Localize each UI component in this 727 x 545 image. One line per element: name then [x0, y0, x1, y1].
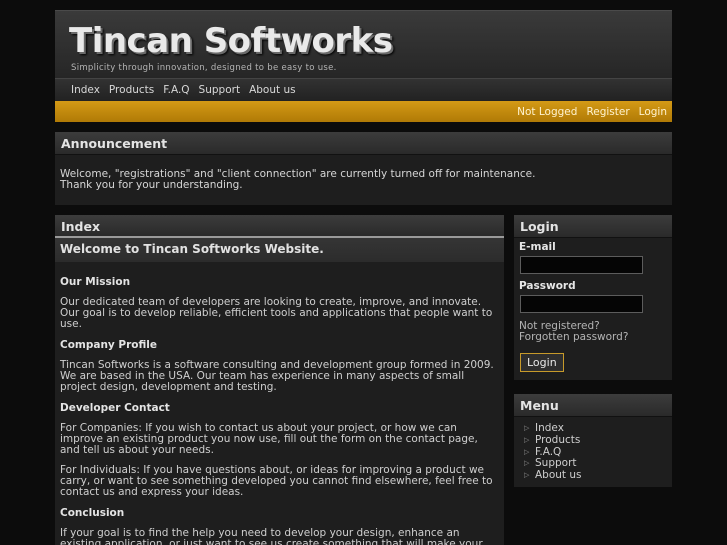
login-form: E-mail Password Not registered? Forgotte…	[514, 238, 672, 375]
main-content: Our Mission Our dedicated team of develo…	[55, 276, 504, 545]
section-paragraph: If your goal is to find the help you nee…	[60, 527, 483, 545]
section-paragraph: For Individuals: If you have questions a…	[60, 464, 493, 498]
bullet-icon: ▷	[524, 435, 530, 444]
nav-support[interactable]: Support	[199, 84, 241, 96]
nav-index[interactable]: Index	[71, 84, 100, 96]
email-input[interactable]	[520, 256, 643, 274]
login-title: Login	[514, 215, 672, 238]
login-box: Login E-mail Password Not registered? Fo…	[514, 215, 672, 380]
announcement-box: Announcement Welcome, "registrations" an…	[55, 132, 672, 205]
login-link[interactable]: Login	[639, 106, 667, 118]
bullet-icon: ▷	[524, 471, 530, 480]
site-header: Tincan Softworks Simplicity through inno…	[55, 10, 672, 78]
section-heading: Developer Contact	[60, 402, 170, 414]
email-label: E-mail	[519, 241, 556, 253]
login-links: Not registered? Forgotten password?	[519, 321, 667, 343]
section-heading: Our Mission	[60, 276, 131, 288]
bullet-icon: ▷	[524, 424, 530, 432]
bullet-icon: ▷	[524, 459, 530, 468]
register-link[interactable]: Register	[586, 106, 629, 118]
login-status: Not Logged	[517, 105, 578, 118]
password-input[interactable]	[520, 295, 643, 313]
password-label: Password	[519, 280, 576, 292]
main-title: Index	[55, 215, 504, 238]
menu-list: ▷ Index ▷ Products ▷ F.A.Q ▷ Support ▷ About …	[514, 417, 672, 482]
menu-item-products[interactable]: ▷ Products	[524, 433, 672, 447]
menu-item-label: Products	[535, 433, 581, 446]
welcome-heading: Welcome to Tincan Softworks Website.	[55, 238, 504, 262]
main-content-box: Index Welcome to Tincan Softworks Websit…	[55, 215, 504, 545]
main-nav: Index Products F.A.Q Support About us	[55, 78, 672, 101]
login-button[interactable]: Login	[520, 353, 564, 372]
section-heading: Conclusion	[60, 507, 125, 519]
nav-faq[interactable]: F.A.Q	[163, 84, 189, 96]
announcement-body: Welcome, "registrations" and "client con…	[55, 155, 672, 191]
nav-about[interactable]: About us	[249, 84, 296, 96]
site-tagline: Simplicity through innovation, designed …	[71, 63, 337, 73]
menu-title: Menu	[514, 394, 672, 417]
site-logo[interactable]: Tincan Softworks	[69, 21, 393, 61]
announcement-title: Announcement	[55, 132, 672, 155]
announcement-line: Thank you for your understanding.	[60, 179, 243, 191]
section-paragraph: For Companies: If you wish to contact us…	[60, 422, 478, 456]
section-heading: Company Profile	[60, 339, 158, 351]
section-paragraph: Our dedicated team of developers are loo…	[60, 296, 493, 330]
nav-products[interactable]: Products	[109, 84, 154, 96]
forgot-password-link[interactable]: Forgotten password?	[519, 332, 667, 343]
menu-box: Menu ▷ Index ▷ Products ▷ F.A.Q ▷ Support ▷ A…	[514, 394, 672, 487]
bullet-icon: ▷	[524, 447, 530, 456]
user-bar: Not Logged Register Login	[55, 101, 672, 122]
section-paragraph: Tincan Softworks is a software consultin…	[60, 359, 494, 393]
menu-item-label: About us	[535, 469, 582, 482]
menu-item-about[interactable]: ▷ About us	[524, 469, 672, 482]
